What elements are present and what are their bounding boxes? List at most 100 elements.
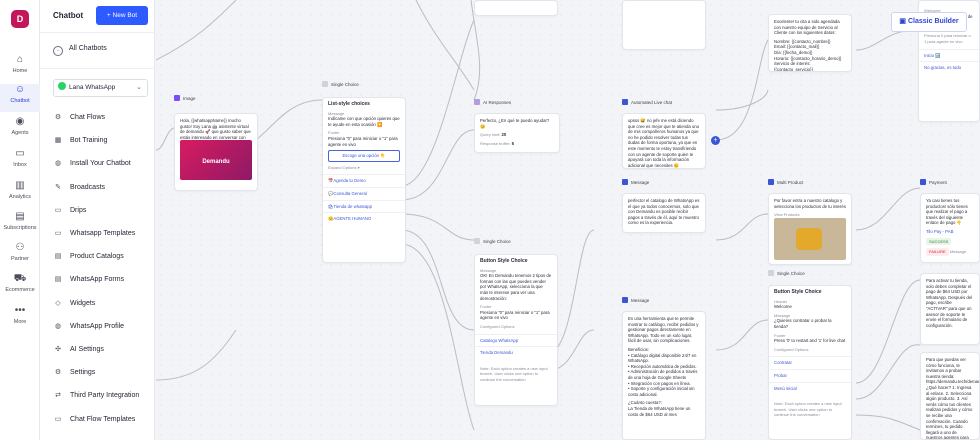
image-node[interactable]: Hola, {{whatsappName}} mucho gusto! Soy … xyxy=(174,113,258,191)
footer-text: Presiona "0" para reiniciar o "1" para a… xyxy=(328,135,398,147)
all-chatbots-link[interactable]: ◦ All Chatbots xyxy=(53,45,107,56)
query-limit-value: 20 xyxy=(501,132,507,138)
footer-text: Press '0' to restart and '1' for live ch… xyxy=(774,338,846,344)
ai-response-node[interactable]: Perfecto, ¿En qué te puedo ayudar?😊 Quer… xyxy=(474,113,560,153)
choice-option[interactable]: Menú inicial xyxy=(769,381,851,395)
choice-option[interactable]: 🛍Tienda de whatsapp xyxy=(323,199,405,213)
rail-item-label: Partner xyxy=(10,256,30,262)
nav-item-widgets[interactable]: ◇ Widgets xyxy=(53,296,151,312)
nav-icon: ⚙ xyxy=(54,369,62,377)
rail-item-chatbot[interactable]: ☺ Chatbot xyxy=(0,84,40,112)
nav-item-whatsapp-forms[interactable]: ▤ WhatsApp Forms xyxy=(53,272,151,288)
nav-item-ai-settings[interactable]: ✣ AI Settings xyxy=(53,342,151,358)
demo-text-node[interactable]: Para que puedas ver cómo funciona, te in… xyxy=(920,352,980,440)
message-icon xyxy=(622,179,628,185)
nav-item-label: Product Catalogs xyxy=(70,253,124,261)
message-text: OK! En Demandu tenemos 2 tipos de formas… xyxy=(480,273,552,301)
chair-shape xyxy=(796,227,822,250)
message-tienda-node[interactable]: Es una herramienta que te permite mostra… xyxy=(622,311,706,440)
failure-badge: FAILURE xyxy=(926,248,949,256)
appointment-node[interactable]: Excelente! tu cita a sido agendada con n… xyxy=(768,14,852,72)
button-choice-node[interactable]: Button Style Choice Message OK! En Deman… xyxy=(474,254,558,406)
payment-text: Ya casi tienes tus productos! sólo tiene… xyxy=(926,198,968,226)
nav-item-label: Chat Flow Templates xyxy=(70,415,136,423)
new-bot-button[interactable]: + New Bot xyxy=(96,6,148,25)
live-chat-node[interactable]: upsss 😅 no jefe me está diciendo que cre… xyxy=(622,113,706,169)
choice-option[interactable]: 📅Agenda tu Demo xyxy=(323,174,405,187)
sidebar-title: Chatbot xyxy=(53,11,84,20)
choice-option[interactable]: Tienda Demandu xyxy=(475,346,557,359)
single-choice-3-head: Single Choice xyxy=(768,270,805,276)
nav-item-settings[interactable]: ⚙ Settings xyxy=(53,365,151,381)
nav-icon: ▤ xyxy=(54,253,62,261)
rail-item-subscriptions[interactable]: ▤ Subscriptions xyxy=(0,211,40,239)
message-catalog-text: perfecto! el catalogo de WhatsApp es el … xyxy=(628,198,700,226)
nav-item-label: Whatsapp Templates xyxy=(70,230,136,237)
nav-icon: ◍ xyxy=(54,160,62,168)
rail-item-ecommerce[interactable]: ⛟ Ecommerce xyxy=(0,273,40,301)
nav-item-product-catalogs[interactable]: ▤ Product Catalogs xyxy=(53,249,151,265)
list-choice-node[interactable]: List-style choices Message Indícame con … xyxy=(322,97,406,263)
flow-canvas[interactable]: Image Hola, {{whatsappName}} mucho gusto… xyxy=(156,0,980,440)
node-title: List-style choices xyxy=(328,101,370,107)
rail-item-home[interactable]: ⌂ Home xyxy=(0,54,40,82)
choice-option[interactable]: 💬Consulta General xyxy=(323,186,405,200)
partial-node-top-2[interactable] xyxy=(622,0,706,50)
nav-item-drips[interactable]: ▭ Drips xyxy=(53,203,151,219)
single-choice-2-head: Single Choice xyxy=(474,238,511,244)
choice-option[interactable]: 😊AGENTE HUMANO xyxy=(323,212,405,225)
list-button[interactable]: Escoge una opción 👇 xyxy=(328,150,400,162)
configured-label: Configured Options xyxy=(774,346,809,352)
rail-item-more[interactable]: ••• More xyxy=(0,305,40,333)
choice-icon xyxy=(768,270,774,276)
tienda-text: Es una herramienta que te permite mostra… xyxy=(628,316,699,344)
app-logo[interactable]: D xyxy=(11,10,29,28)
choice-option[interactable]: Inicio 🔙 xyxy=(919,48,979,62)
nav-item-install-your-chatbot[interactable]: ◍ Install Your Chatbot xyxy=(53,156,151,172)
message-text: ¿Quieres contratar o probar la tienda? xyxy=(774,318,832,329)
bot-select[interactable]: Lana WhatsApp ⌄ xyxy=(53,79,148,97)
nav-icon: ▤ xyxy=(54,276,62,284)
choice-option[interactable]: No gracias, es todo xyxy=(919,61,979,74)
chatbots-icon: ◦ xyxy=(53,46,63,56)
choice-option[interactable]: Probar xyxy=(769,368,851,382)
rail-item-agents[interactable]: ◉ Agents xyxy=(0,116,40,144)
choice-option[interactable]: Contratar xyxy=(769,356,851,369)
nav-item-third-party-integration[interactable]: ⇄ Third Party Integration xyxy=(53,388,151,404)
multi-product-node[interactable]: Por favor entra a nuestro catalogo y sel… xyxy=(768,193,852,265)
live-chat-icon xyxy=(622,99,628,105)
nav-item-label: Widgets xyxy=(70,299,96,307)
node-title: Button Style Choice xyxy=(480,258,528,264)
nav-item-label: WhatsApp Profile xyxy=(70,322,125,330)
node-title: Button Style Choice xyxy=(774,289,822,295)
benefit-item: • Administración de pedidos a través de … xyxy=(628,369,698,380)
payment-node[interactable]: Ya casi tienes tus productos! sólo tiene… xyxy=(920,193,980,263)
partial-node-top[interactable] xyxy=(474,0,558,16)
rail-item-inbox[interactable]: ▭ Inbox xyxy=(0,148,40,176)
buffer-value: 5 xyxy=(511,140,514,146)
nav-item-broadcasts[interactable]: ✎ Broadcasts xyxy=(53,180,151,196)
rail-item-analytics[interactable]: ▥ Analytics xyxy=(0,180,40,208)
nav-item-chat-flows[interactable]: ⚙ Chat Flows xyxy=(53,110,151,126)
rail-item-partner[interactable]: ⚇ Partner xyxy=(0,242,40,270)
classic-builder-button[interactable]: ▣ Classic Builder xyxy=(891,12,967,32)
nav-item-label: Broadcasts xyxy=(70,183,106,191)
image-node-text: Hola, {{whatsappName}} mucho gusto! Soy … xyxy=(180,118,251,140)
nav-item-whatsapp-templates[interactable]: ▭ Whatsapp Templates xyxy=(53,226,151,242)
activation-text-node[interactable]: Para activar tu tienda, solo debes compl… xyxy=(920,273,980,345)
brand-image-label: Demandu xyxy=(202,159,230,165)
contract-choice-node[interactable]: Button Style Choice Header Welcome Messa… xyxy=(768,285,852,440)
choice-option[interactable]: Catalogo WhatsApp xyxy=(475,333,557,347)
payment-link[interactable]: Tilo Pay - PAB xyxy=(926,229,974,235)
nav-item-whatsapp-profile[interactable]: ◍ WhatsApp Profile xyxy=(53,319,151,335)
image-icon xyxy=(174,95,180,101)
nav-item-label: Drips xyxy=(70,206,87,214)
add-node-button[interactable]: + xyxy=(711,136,720,145)
message-label: Message xyxy=(631,180,650,185)
nav-item-bot-training[interactable]: ▦ Bot Training xyxy=(53,133,151,149)
message-catalog-node[interactable]: perfecto! el catalogo de WhatsApp es el … xyxy=(622,193,706,233)
expand-options[interactable]: Expand Options ▾ xyxy=(328,165,400,171)
nav-icon: ▭ xyxy=(54,206,62,214)
multi-product-head: Multi Product xyxy=(768,179,803,185)
nav-item-chat-flow-templates[interactable]: ▭ Chat Flow Templates xyxy=(53,412,151,428)
